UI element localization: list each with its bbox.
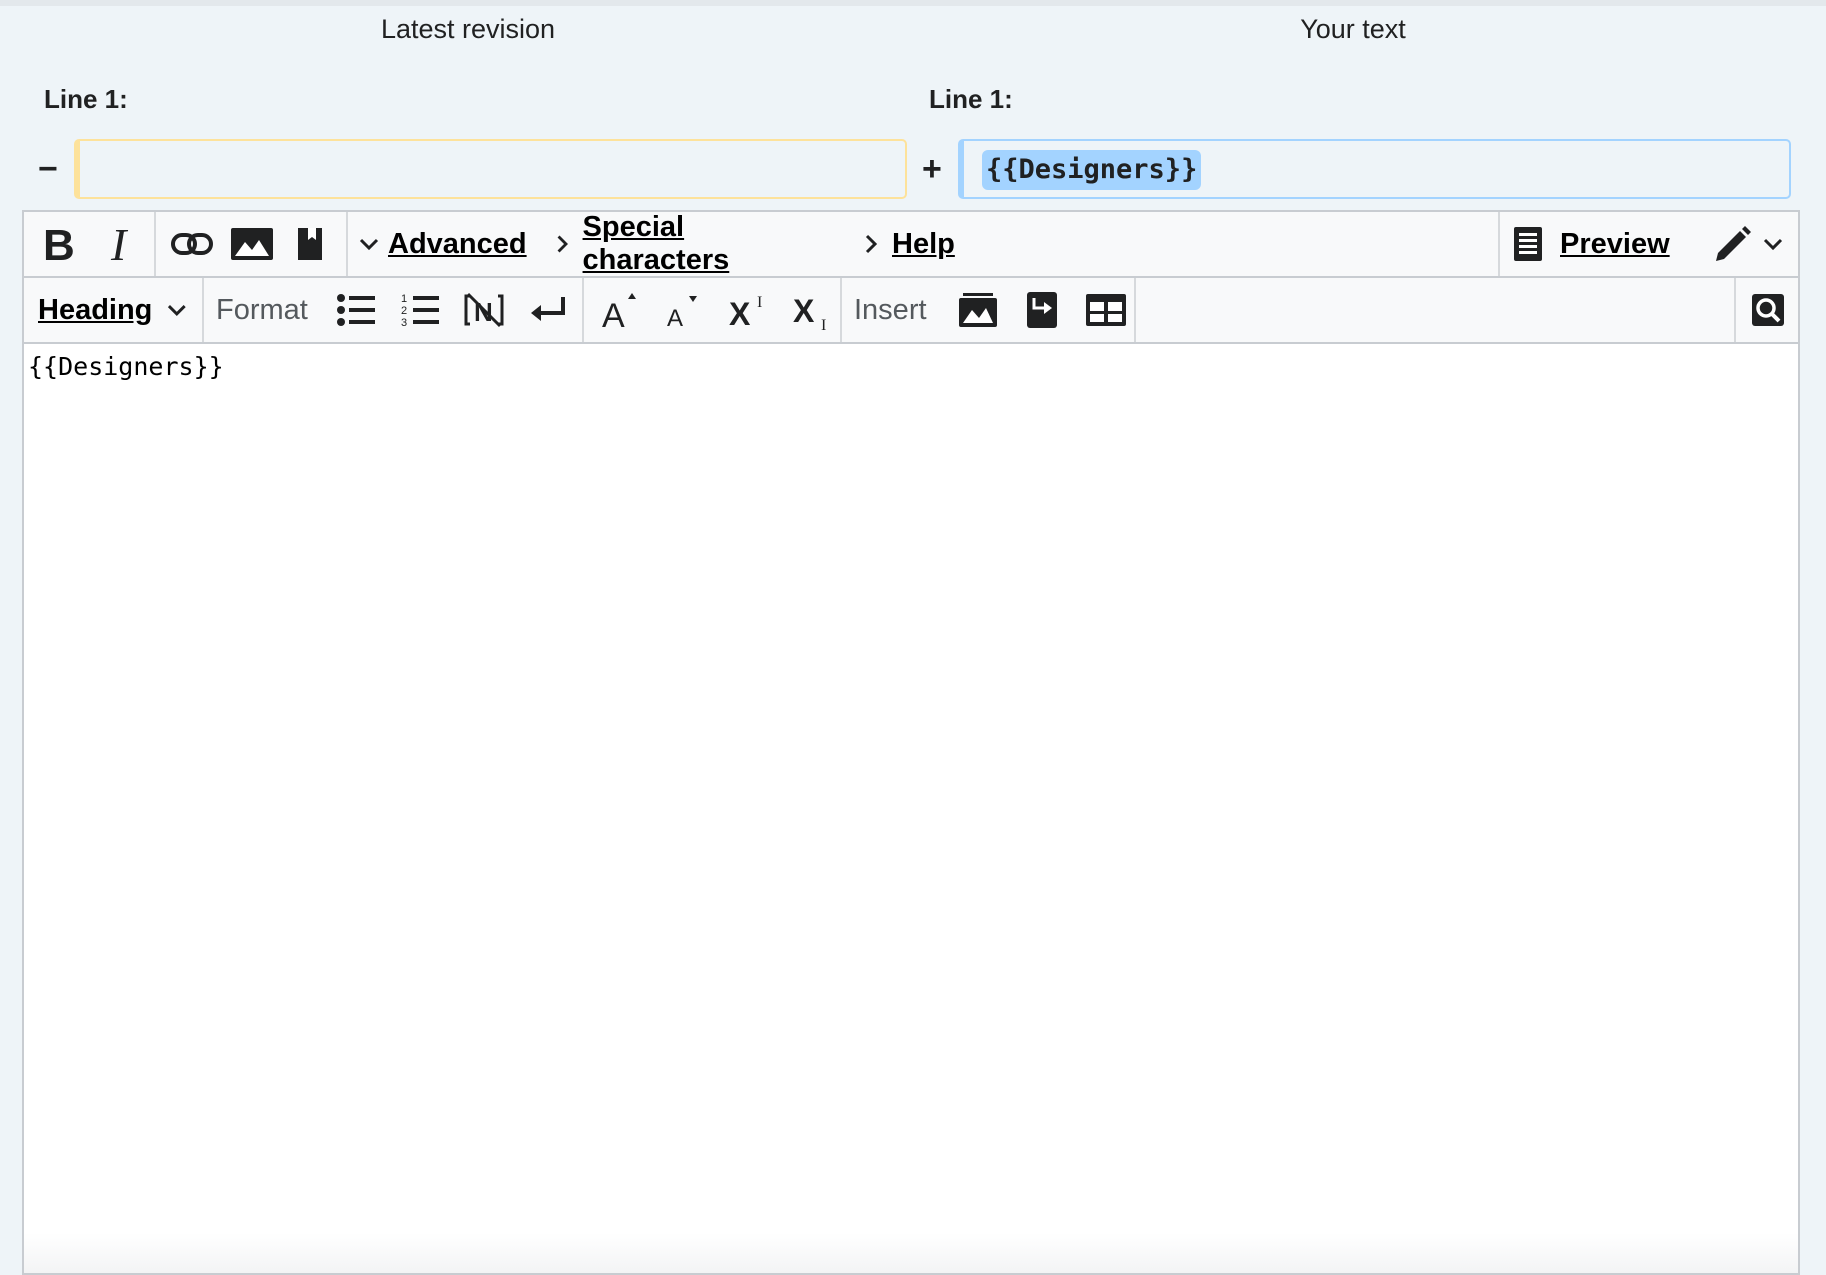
image-button[interactable]	[224, 218, 280, 270]
link-button[interactable]	[164, 218, 220, 270]
svg-text:3: 3	[401, 317, 407, 328]
bold-icon: B	[43, 224, 75, 264]
toolbar-separator	[1134, 278, 1136, 342]
chevron-down-icon	[168, 305, 187, 317]
editing-mode-menu[interactable]	[1704, 218, 1794, 270]
preview-label: Preview	[1560, 227, 1670, 260]
heading-dropdown[interactable]: Heading	[38, 284, 188, 336]
secondary-toolbar: Heading Format 1 2 3 N A A X I X I Inser…	[24, 278, 1798, 344]
big-text-button[interactable]: A	[592, 284, 648, 336]
preview-button[interactable]: Preview	[1514, 218, 1694, 270]
redirect-button[interactable]	[1014, 284, 1070, 336]
left-line-number: Line 1:	[44, 84, 128, 114]
svg-text:1: 1	[401, 293, 407, 305]
heading-label: Heading	[38, 293, 153, 326]
chevron-right-icon	[865, 234, 878, 254]
textarea-content: {{Designers}}	[28, 352, 224, 381]
nowiki-button[interactable]: N	[458, 284, 510, 336]
chevron-down-icon	[1763, 238, 1783, 251]
nowiki-icon: N	[464, 292, 504, 328]
pencil-icon	[1716, 226, 1751, 261]
small-text-button[interactable]: A	[656, 284, 712, 336]
added-text-chunk: {{Designers}}	[982, 150, 1202, 190]
svg-text:I: I	[110, 224, 129, 264]
deletion-marker: −	[38, 150, 58, 188]
svg-text:I: I	[821, 317, 826, 330]
special-characters-label: Special characters	[582, 211, 730, 276]
toolbar-separator	[582, 278, 584, 342]
gallery-icon	[959, 293, 997, 327]
chevron-right-icon	[557, 235, 568, 253]
help-tab[interactable]: Help	[860, 218, 970, 270]
svg-text:X: X	[729, 296, 751, 329]
wikitext-textarea[interactable]: {{Designers}}	[24, 344, 1798, 1273]
newline-button[interactable]	[522, 284, 574, 336]
reference-button[interactable]	[282, 218, 338, 270]
toolbar-separator	[840, 278, 842, 342]
small-text-icon: A	[667, 296, 697, 328]
toolbar-separator	[346, 212, 348, 276]
table-button[interactable]	[1078, 284, 1134, 336]
format-group-label: Format	[216, 284, 316, 336]
addition-marker: +	[922, 150, 942, 188]
svg-text:2: 2	[401, 305, 407, 317]
superscript-button[interactable]: X I	[720, 284, 776, 336]
bulleted-list-button[interactable]	[330, 284, 382, 336]
bookmark-icon	[298, 228, 322, 260]
italic-button[interactable]: I	[96, 218, 148, 270]
toolbar-separator	[1734, 278, 1736, 342]
numbered-list-icon: 1 2 3	[401, 293, 439, 328]
advanced-tab[interactable]: Advanced	[358, 218, 528, 270]
diff-header: Latest revision Your text	[0, 0, 1826, 60]
primary-toolbar: B I Advanced Special characters Help Pre…	[24, 211, 1798, 278]
document-icon	[1514, 227, 1542, 261]
bulleted-list-icon	[337, 294, 375, 326]
image-icon	[231, 228, 273, 260]
help-label: Help	[892, 227, 955, 260]
format-label: Format	[216, 293, 308, 326]
wikitext-editor: B I Advanced Special characters Help Pre…	[22, 210, 1800, 1275]
search-replace-button[interactable]	[1742, 284, 1794, 336]
advanced-label: Advanced	[388, 227, 527, 260]
gallery-button[interactable]	[950, 284, 1006, 336]
table-icon	[1086, 294, 1126, 326]
subscript-button[interactable]: X I	[784, 284, 840, 336]
bold-button[interactable]: B	[32, 218, 84, 270]
chevron-down-icon	[359, 238, 379, 251]
superscript-icon: X I	[729, 294, 762, 329]
svg-text:B: B	[43, 224, 75, 264]
special-characters-tab[interactable]: Special characters	[552, 211, 822, 276]
numbered-list-button[interactable]: 1 2 3	[394, 284, 446, 336]
big-text-icon: A	[602, 293, 636, 329]
toolbar-separator	[202, 278, 204, 342]
svg-text:A: A	[667, 305, 683, 328]
subscript-icon: X I	[793, 293, 826, 330]
toolbar-separator	[1498, 212, 1500, 276]
insert-label: Insert	[854, 293, 927, 326]
toolbar-separator	[154, 212, 156, 276]
search-replace-icon	[1752, 294, 1784, 326]
textarea-bottom-edge	[24, 1233, 1798, 1273]
svg-text:I: I	[757, 294, 762, 311]
right-line-number: Line 1:	[929, 84, 1013, 114]
newline-icon	[531, 297, 565, 321]
svg-text:X: X	[793, 293, 815, 329]
link-icon	[171, 233, 213, 255]
deleted-line	[74, 139, 907, 199]
your-text-title: Your text	[1300, 14, 1406, 44]
redirect-icon	[1027, 292, 1057, 328]
latest-revision-title: Latest revision	[380, 14, 556, 44]
insert-group-label: Insert	[854, 284, 944, 336]
italic-icon: I	[110, 224, 129, 264]
svg-text:A: A	[602, 297, 625, 329]
added-line: {{Designers}}	[958, 139, 1791, 199]
